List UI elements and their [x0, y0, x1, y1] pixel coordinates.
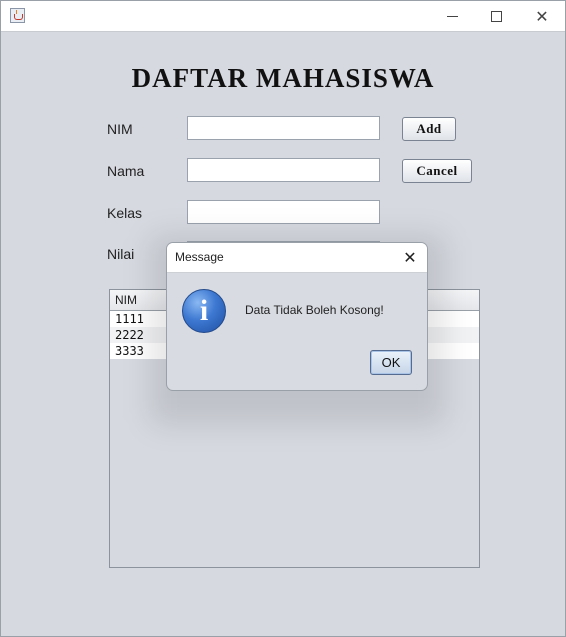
message-dialog: Message ✕ i Data Tidak Boleh Kosong! OK [166, 242, 428, 391]
nim-input[interactable] [187, 116, 380, 140]
page-title: DAFTAR MAHASISWA [131, 63, 435, 93]
kelas-input[interactable] [187, 200, 380, 224]
dialog-message: Data Tidak Boleh Kosong! [245, 303, 384, 317]
nilai-label: Nilai [107, 246, 135, 262]
nim-label: NIM [107, 121, 133, 137]
dialog-title-bar[interactable]: Message ✕ [167, 243, 427, 273]
minimize-button[interactable] [429, 1, 475, 31]
maximize-button[interactable] [473, 1, 519, 31]
title-bar[interactable]: ✕ [1, 1, 565, 32]
dialog-close-button[interactable]: ✕ [399, 246, 421, 268]
nama-label: Nama [107, 163, 145, 179]
close-button[interactable]: ✕ [519, 1, 565, 31]
information-icon: i [182, 289, 226, 333]
ok-button[interactable]: OK [370, 350, 412, 375]
nama-input[interactable] [187, 158, 380, 182]
column-header-nim[interactable]: NIM [115, 293, 137, 307]
close-icon: ✕ [535, 6, 549, 26]
kelas-label: Kelas [107, 205, 143, 221]
table-cell-nim: 2222 [115, 328, 144, 342]
maximize-icon [490, 10, 502, 22]
java-app-icon [10, 8, 25, 23]
table-cell-nim: 1111 [115, 312, 144, 326]
add-button[interactable]: Add [402, 117, 456, 141]
minimize-icon [446, 15, 458, 17]
dialog-title: Message [175, 250, 224, 264]
table-cell-nim: 3333 [115, 344, 144, 358]
cancel-button[interactable]: Cancel [402, 159, 472, 183]
info-glyph: i [199, 294, 209, 327]
close-icon: ✕ [403, 247, 417, 267]
